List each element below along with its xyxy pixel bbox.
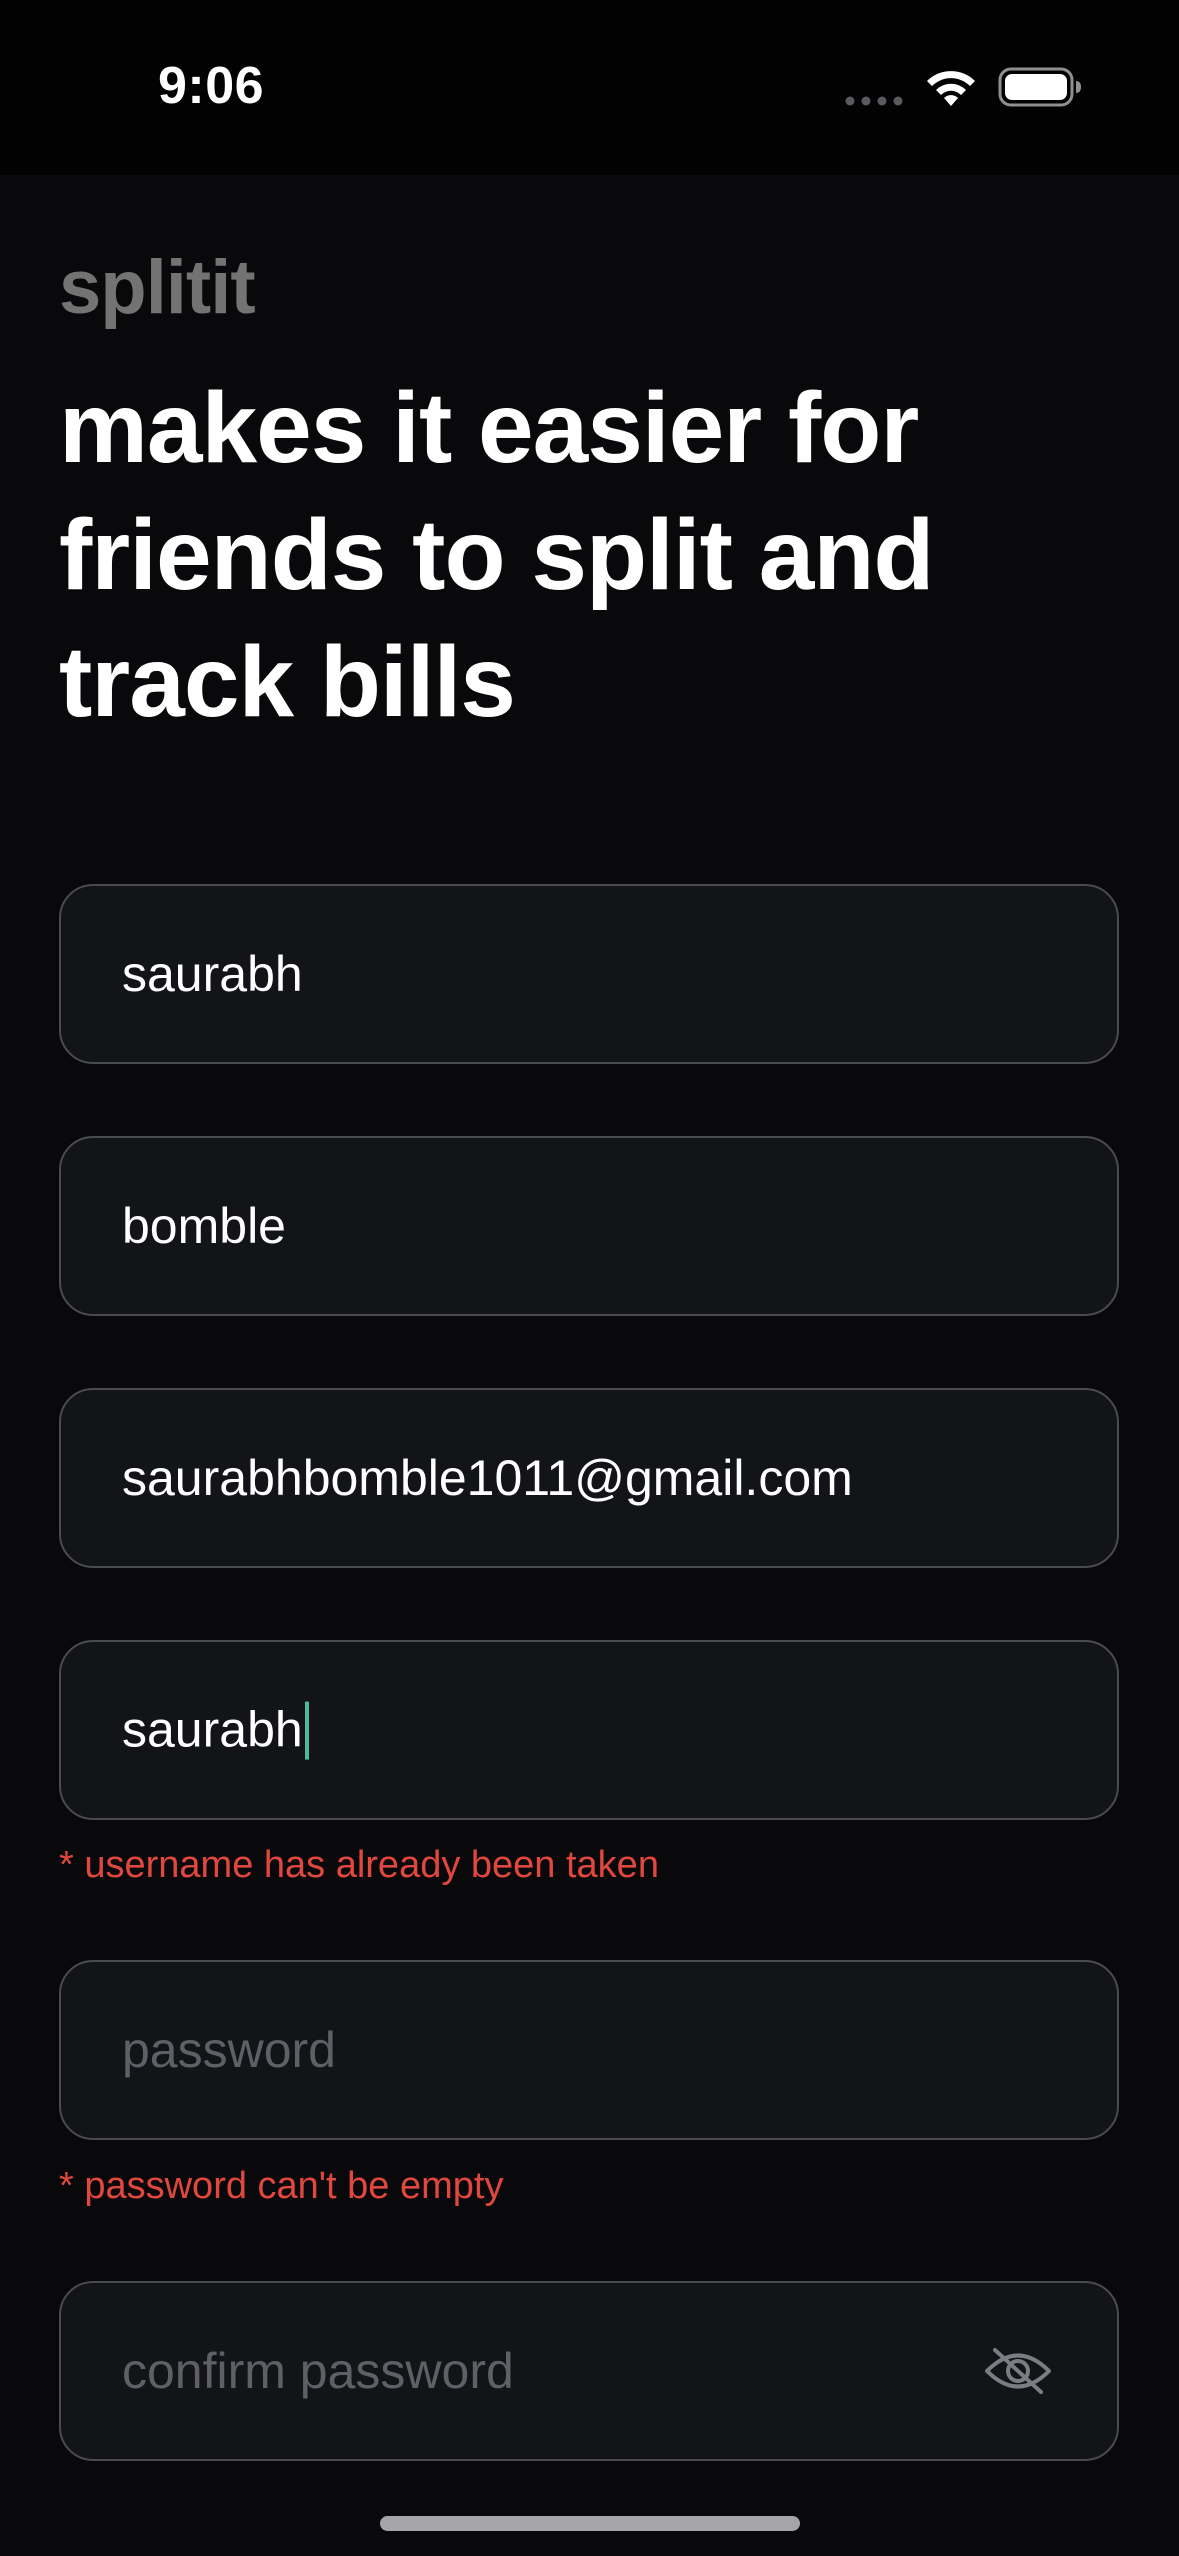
username-field[interactable]: saurabh: [59, 1640, 1119, 1820]
confirm-password-field[interactable]: confirm password: [59, 2281, 1119, 2461]
first-name-value: saurabh: [122, 946, 303, 1002]
confirm-password-placeholder: confirm password: [122, 2343, 514, 2399]
password-field[interactable]: password: [59, 1960, 1119, 2140]
email-field[interactable]: saurabhbomble1011@gmail.com: [59, 1388, 1119, 1568]
text-caret: [304, 1701, 309, 1760]
username-value: saurabh: [122, 1701, 303, 1758]
wifi-icon: [927, 71, 975, 106]
username-error: * username has already been taken: [59, 1844, 659, 1886]
password-error: * password can't be empty: [59, 2165, 504, 2207]
battery-icon: [998, 67, 1081, 107]
password-placeholder: password: [122, 2022, 336, 2078]
cellular-signal-icon: [845, 96, 903, 106]
last-name-field[interactable]: bomble: [59, 1136, 1119, 1316]
email-value: saurabhbomble1011@gmail.com: [122, 1450, 853, 1506]
eye-off-icon[interactable]: [983, 2346, 1053, 2396]
first-name-field[interactable]: saurabh: [59, 884, 1119, 1064]
home-indicator[interactable]: [380, 2516, 800, 2531]
username-value-wrap: saurabh: [122, 1701, 309, 1760]
status-time: 9:06: [158, 57, 265, 115]
app-brand: splitit: [59, 245, 256, 330]
page-headline: makes it easier for friends to split and…: [59, 372, 934, 738]
status-bar: 9:06: [0, 0, 1179, 175]
last-name-value: bomble: [122, 1198, 286, 1254]
